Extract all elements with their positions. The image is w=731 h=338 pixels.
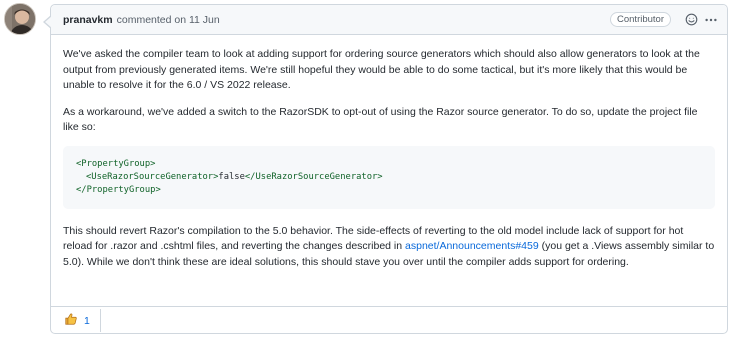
reactions-bar: 1 bbox=[51, 306, 727, 333]
code-tag: </PropertyGroup> bbox=[76, 184, 161, 195]
comment-timestamp[interactable]: commented on 11 Jun bbox=[117, 14, 220, 26]
reaction-count: 1 bbox=[84, 314, 90, 327]
comment-card: pranavkm commented on 11 Jun Contributor… bbox=[43, 4, 728, 334]
contributor-badge: Contributor bbox=[610, 12, 671, 27]
comment-paragraph: We've asked the compiler team to look at… bbox=[63, 48, 700, 91]
code-tag: <PropertyGroup> bbox=[76, 158, 156, 169]
thumbs-up-icon bbox=[64, 312, 78, 329]
comment-header: pranavkm commented on 11 Jun Contributor bbox=[51, 5, 727, 35]
code-value: false bbox=[218, 171, 245, 182]
avatar-image bbox=[5, 4, 35, 34]
comment-paragraph: This should revert Razor's compilation t… bbox=[63, 224, 715, 271]
kebab-horizontal-icon[interactable] bbox=[703, 12, 719, 28]
thumbs-up-reaction-button[interactable]: 1 bbox=[57, 309, 101, 332]
code-tag: </UseRazorSourceGenerator> bbox=[244, 171, 383, 182]
comment-body: We've asked the compiler team to look at… bbox=[51, 35, 727, 270]
smiley-icon[interactable] bbox=[683, 12, 699, 28]
comment-paragraph: As a workaround, we've added a switch to… bbox=[63, 105, 698, 134]
code-tag: <UseRazorSourceGenerator> bbox=[86, 171, 219, 182]
code-block: <PropertyGroup> <UseRazorSourceGenerator… bbox=[63, 145, 715, 209]
author-avatar[interactable] bbox=[4, 3, 36, 35]
announcement-link[interactable]: aspnet/Announcements#459 bbox=[405, 240, 539, 252]
author-name[interactable]: pranavkm bbox=[63, 14, 113, 26]
